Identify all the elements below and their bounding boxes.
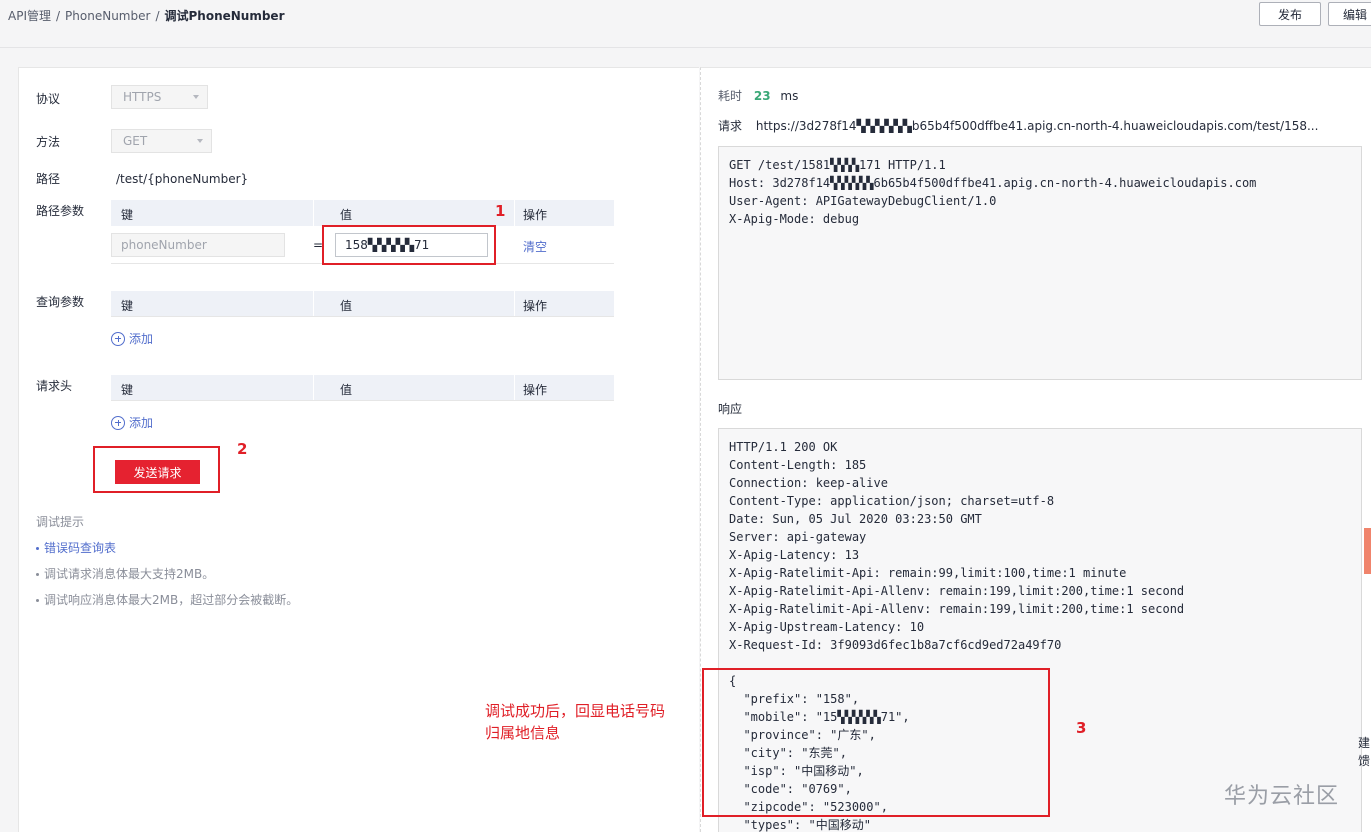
add-label: 添加 xyxy=(129,332,154,346)
query-params-table-header: 键 值 操作 xyxy=(111,291,614,317)
annotation-box-3 xyxy=(702,668,1050,817)
headers-label: 请求头 xyxy=(36,379,73,393)
column-key: 键 xyxy=(121,208,134,222)
add-query-param-button[interactable]: 添加 xyxy=(111,330,153,347)
request-label: 请求 xyxy=(718,119,743,133)
add-header-button[interactable]: 添加 xyxy=(111,414,153,431)
plus-circle-icon xyxy=(111,331,125,346)
column-value: 值 xyxy=(340,383,353,397)
column-value: 值 xyxy=(340,208,353,222)
annotation-box-2 xyxy=(93,446,220,493)
column-divider xyxy=(313,375,314,401)
column-divider xyxy=(313,200,314,226)
row-divider xyxy=(111,316,614,317)
column-value: 值 xyxy=(340,299,353,313)
query-params-label: 查询参数 xyxy=(36,295,85,309)
path-params-table-header: 键 值 操作 xyxy=(111,200,614,226)
breadcrumb-phonenumber[interactable]: PhoneNumber xyxy=(65,9,150,23)
chevron-down-icon xyxy=(197,139,203,143)
row-divider xyxy=(111,400,614,401)
annotation-note-line2: 归属地信息 xyxy=(485,724,561,742)
path-label: 路径 xyxy=(36,172,61,186)
protocol-label: 协议 xyxy=(36,92,61,106)
column-action: 操作 xyxy=(523,299,548,313)
column-divider xyxy=(313,291,314,317)
annotation-number-1: 1 xyxy=(495,202,506,220)
bullet-icon xyxy=(36,547,39,550)
breadcrumb: API管理 / PhoneNumber / 调试PhoneNumber xyxy=(8,7,285,24)
top-bar: API管理 / PhoneNumber / 调试PhoneNumber 发布 编辑 xyxy=(0,0,1371,48)
method-value: GET xyxy=(123,134,148,148)
error-code-link[interactable]: 错误码查询表 xyxy=(36,539,116,556)
tip-item: 调试响应消息体最大2MB，超过部分会被截断。 xyxy=(36,591,298,608)
bullet-icon xyxy=(36,599,39,602)
latency-unit: ms xyxy=(780,89,799,103)
breadcrumb-separator: / xyxy=(155,9,160,23)
breadcrumb-current: 调试PhoneNumber xyxy=(164,9,285,23)
path-params-label: 路径参数 xyxy=(36,204,85,218)
add-label: 添加 xyxy=(129,416,154,430)
feedback-edge-tab[interactable]: 建 馈 xyxy=(1358,734,1370,770)
annotation-box-1 xyxy=(322,225,496,265)
edit-button[interactable]: 编辑 xyxy=(1328,2,1371,26)
column-key: 键 xyxy=(121,299,134,313)
latency-label: 耗时 xyxy=(718,89,743,103)
chevron-down-icon xyxy=(193,95,199,99)
latency-readout: 耗时 23 ms xyxy=(718,87,798,104)
plus-circle-icon xyxy=(111,415,125,430)
column-action: 操作 xyxy=(523,208,548,222)
path-param-key-input: phoneNumber xyxy=(111,233,285,257)
path-value: /test/{phoneNumber} xyxy=(116,172,249,186)
tip-item: 调试请求消息体最大支持2MB。 xyxy=(36,565,214,582)
protocol-select: HTTPS xyxy=(111,85,208,109)
clear-link[interactable]: 清空 xyxy=(523,238,547,255)
tip-text: 调试响应消息体最大2MB，超过部分会被截断。 xyxy=(44,593,299,607)
protocol-value: HTTPS xyxy=(123,90,162,104)
annotation-number-3: 3 xyxy=(1076,719,1087,737)
bullet-icon xyxy=(36,573,39,576)
request-url-row: 请求 https://3d278f14▚▚▚▚▚▚b65b4f500dffbe4… xyxy=(718,117,1318,134)
method-select: GET xyxy=(111,129,212,153)
response-label: 响应 xyxy=(718,402,743,416)
headers-table-header: 键 值 操作 xyxy=(111,375,614,401)
tip-text: 调试请求消息体最大支持2MB。 xyxy=(44,567,215,581)
annotation-number-2: 2 xyxy=(237,440,248,458)
column-divider xyxy=(514,291,515,317)
watermark: 华为云社区 xyxy=(1224,784,1340,809)
column-action: 操作 xyxy=(523,383,548,397)
error-code-label: 错误码查询表 xyxy=(44,541,117,555)
publish-button[interactable]: 发布 xyxy=(1259,2,1321,26)
column-divider xyxy=(514,200,515,226)
tips-title: 调试提示 xyxy=(36,515,85,529)
scrollbar-thumb[interactable] xyxy=(1364,528,1371,574)
request-url: https://3d278f14▚▚▚▚▚▚b65b4f500dffbe41.a… xyxy=(755,119,1319,133)
method-label: 方法 xyxy=(36,135,61,149)
latency-value: 23 xyxy=(753,89,771,103)
annotation-note-line1: 调试成功后，回显电话号码 xyxy=(485,702,666,720)
column-key: 键 xyxy=(121,383,134,397)
breadcrumb-api-management[interactable]: API管理 xyxy=(8,9,51,23)
breadcrumb-separator: / xyxy=(56,9,61,23)
request-raw-box: GET /test/1581▚▚▚▚171 HTTP/1.1 Host: 3d2… xyxy=(718,146,1362,380)
column-divider xyxy=(514,375,515,401)
